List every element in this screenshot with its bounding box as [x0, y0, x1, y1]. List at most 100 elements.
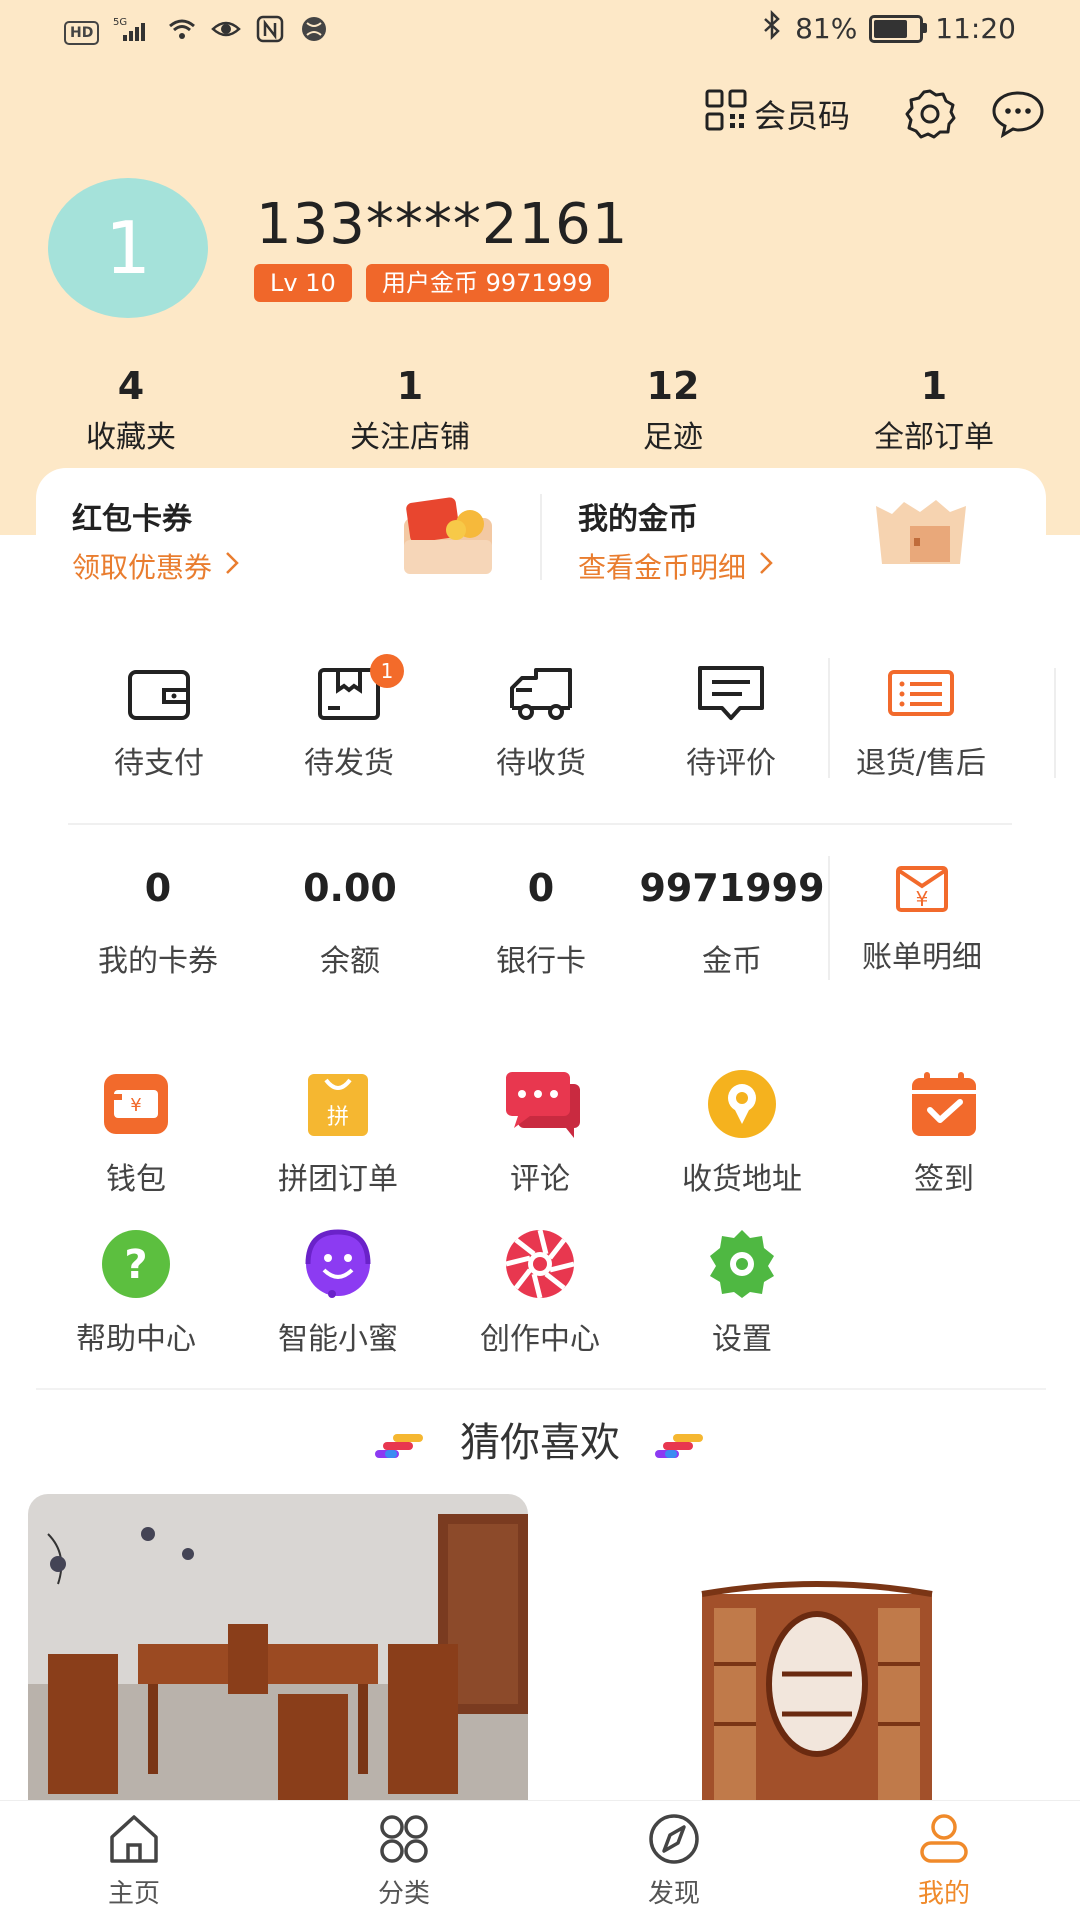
chevron-right-icon — [758, 550, 774, 583]
stat-label: 收藏夹 — [86, 420, 176, 455]
asset-label: 银行卡 — [496, 944, 586, 979]
robot-icon — [302, 1228, 374, 1300]
stat-value: 1 — [920, 364, 948, 408]
stat-all-orders[interactable]: 1 全部订单 — [834, 364, 1034, 456]
stat-followed-shops[interactable]: 1 关注店铺 — [310, 364, 510, 456]
tool-label: 拼团订单 — [278, 1162, 398, 1197]
wallet-icon — [124, 664, 194, 724]
stat-footprints[interactable]: 12 足迹 — [573, 364, 773, 456]
tool-creator-center[interactable]: 创作中心 — [440, 1228, 640, 1358]
stat-label: 足迹 — [643, 420, 703, 455]
battery-percent: 81% — [795, 12, 858, 45]
user-phone: 133****2161 — [256, 192, 629, 257]
svg-text:拼: 拼 — [327, 1105, 349, 1130]
bluetooth-icon — [761, 9, 783, 47]
member-code-button[interactable]: 会员码 — [704, 88, 850, 140]
tool-help-center[interactable]: ? 帮助中心 — [36, 1228, 236, 1358]
tab-label: 我的 — [917, 1879, 970, 1909]
display-cabinet-image — [701, 1581, 933, 1800]
tool-label: 收货地址 — [682, 1162, 802, 1197]
gear-icon — [706, 1228, 778, 1300]
order-pending-receipt[interactable]: 待收货 — [446, 664, 636, 782]
tool-smart-assistant[interactable]: 智能小蜜 — [238, 1228, 438, 1358]
stat-value: 4 — [117, 364, 145, 408]
coins-link-text: 查看金币明细 — [578, 551, 747, 584]
tool-label: 钱包 — [106, 1162, 166, 1197]
order-returns[interactable]: 退货/售后 — [826, 664, 1016, 782]
tab-mine[interactable]: 我的 — [844, 1813, 1044, 1910]
tool-comments[interactable]: 评论 — [440, 1068, 640, 1198]
recommendations-title: 猜你喜欢 — [460, 1420, 620, 1466]
order-pending-shipment[interactable]: 1 待发货 — [254, 654, 444, 782]
bill-icon: ¥ — [822, 862, 1022, 916]
order-label: 待支付 — [114, 746, 204, 781]
svg-text:?: ? — [124, 1242, 147, 1288]
asset-bill-details[interactable]: ¥ 账单明细 — [822, 862, 1022, 976]
truck-icon — [506, 664, 576, 724]
bag-icon: 拼 — [302, 1068, 374, 1140]
tab-label: 主页 — [107, 1879, 160, 1909]
asset-bank-cards[interactable]: 0 银行卡 — [441, 866, 641, 980]
order-label: 退货/售后 — [855, 746, 987, 781]
avatar[interactable]: 1 — [48, 178, 208, 318]
coupon-link-text: 领取优惠券 — [72, 551, 213, 584]
product-card-dining-set[interactable] — [28, 1494, 528, 1800]
asset-coins[interactable]: 9971999 金币 — [632, 866, 832, 980]
section-divider — [36, 1388, 1046, 1390]
stat-label: 关注店铺 — [350, 420, 470, 455]
tool-settings[interactable]: 设置 — [642, 1228, 842, 1358]
wifi-icon — [167, 14, 197, 51]
nfc-icon — [255, 14, 285, 51]
tool-group-orders[interactable]: 拼 拼团订单 — [238, 1068, 438, 1198]
tool-checkin[interactable]: 签到 — [844, 1068, 1044, 1198]
list-icon — [886, 664, 956, 724]
notification-badge: 1 — [370, 654, 404, 688]
asset-value: 9971999 — [639, 866, 825, 910]
product-card-display-cabinet[interactable] — [552, 1494, 1052, 1800]
aperture-icon — [504, 1228, 576, 1300]
tab-category[interactable]: 分类 — [304, 1813, 504, 1910]
coins-title: 我的金币 — [578, 502, 698, 537]
tab-home[interactable]: 主页 — [34, 1813, 234, 1910]
stat-label: 全部订单 — [874, 420, 994, 455]
hd-badge: HD — [64, 20, 100, 45]
settings-button[interactable] — [902, 88, 958, 144]
benefits-card: 红包卡券 领取优惠券 我的金币 查看金币明细 — [36, 468, 1046, 588]
asset-coupons[interactable]: 0 我的卡券 — [58, 866, 258, 980]
card-divider — [540, 494, 542, 580]
asset-label: 我的卡券 — [98, 944, 218, 979]
help-icon: ? — [100, 1228, 172, 1300]
coins-section[interactable]: 我的金币 查看金币明细 — [578, 494, 774, 586]
section-divider — [68, 823, 1012, 825]
coins-link[interactable]: 查看金币明细 — [578, 546, 774, 586]
calendar-check-icon — [908, 1068, 980, 1140]
member-code-label: 会员码 — [754, 97, 851, 135]
gear-icon — [903, 87, 957, 145]
order-pending-review[interactable]: 待评价 — [636, 664, 826, 782]
asset-balance[interactable]: 0.00 余额 — [250, 866, 450, 980]
clock: 11:20 — [935, 12, 1016, 45]
battery-level-fill — [874, 19, 907, 38]
svg-text:5G: 5G — [113, 17, 127, 28]
qr-code-icon — [704, 88, 748, 140]
order-label: 待收货 — [496, 746, 586, 781]
tool-wallet[interactable]: ¥ 钱包 — [36, 1068, 236, 1198]
coupon-title: 红包卡券 — [72, 502, 192, 537]
status-bar: HD 5G 81% 11:20 — [0, 0, 1080, 60]
svg-text:¥: ¥ — [130, 1095, 141, 1116]
coupon-section[interactable]: 红包卡券 领取优惠券 — [72, 494, 240, 586]
tab-label: 分类 — [377, 1879, 430, 1909]
order-pending-payment[interactable]: 待支付 — [64, 664, 254, 782]
coupon-link[interactable]: 领取优惠券 — [72, 546, 240, 586]
recommendations-heading: 猜你喜欢 — [0, 1410, 1080, 1468]
tool-addresses[interactable]: 收货地址 — [642, 1068, 842, 1198]
tool-label: 智能小蜜 — [278, 1322, 398, 1357]
eye-icon — [211, 14, 242, 51]
order-label: 待发货 — [304, 746, 394, 781]
comment-icon — [696, 664, 766, 724]
tab-discover[interactable]: 发现 — [574, 1813, 774, 1910]
stat-favorites[interactable]: 4 收藏夹 — [31, 364, 231, 456]
stat-value: 12 — [646, 364, 700, 408]
tab-label: 发现 — [647, 1879, 700, 1909]
messages-button[interactable] — [990, 88, 1046, 144]
